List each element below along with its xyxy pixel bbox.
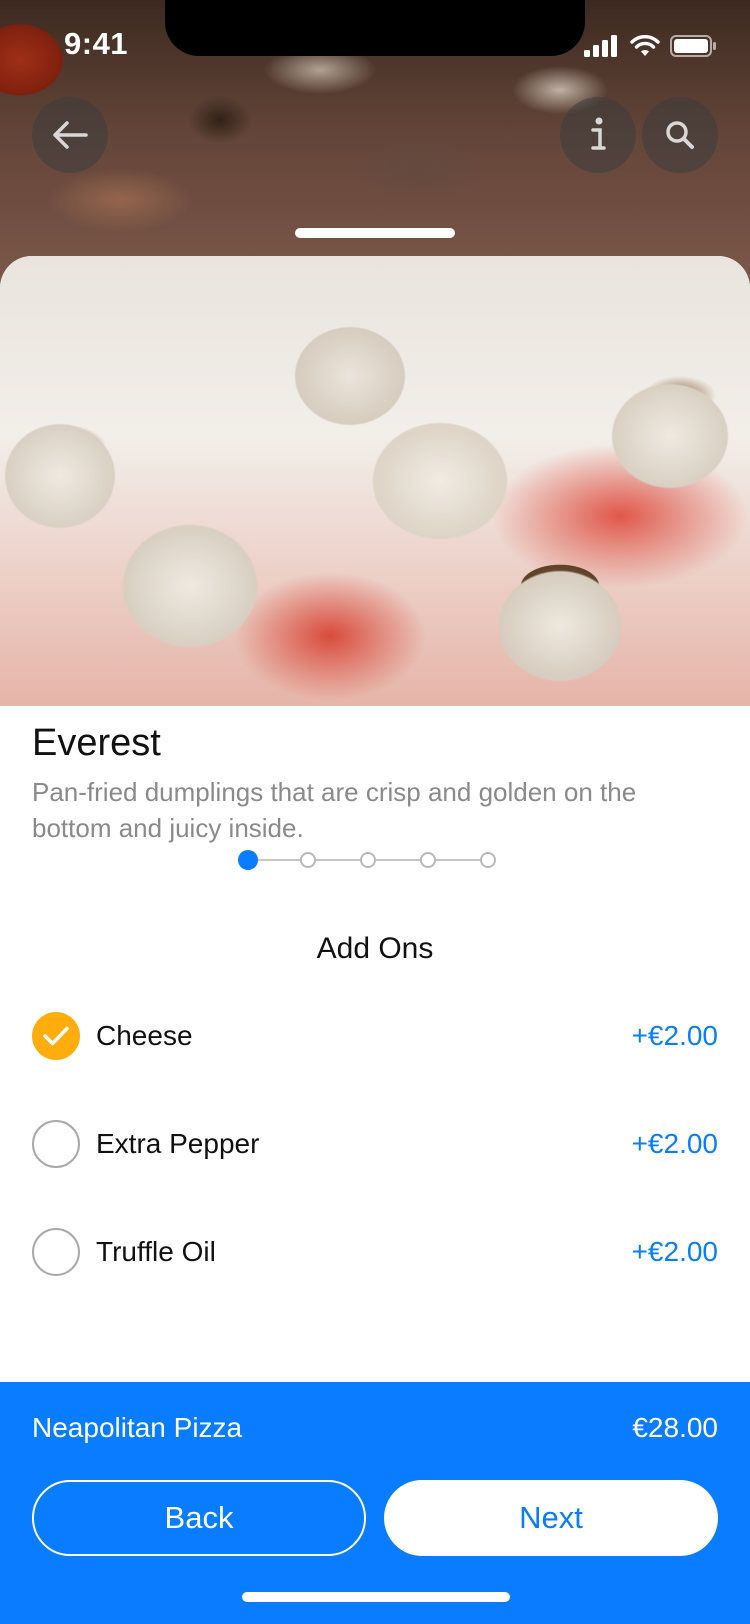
- step-dot-3: [360, 852, 376, 868]
- add-ons-title: Add Ons: [316, 932, 434, 965]
- dish-title: Everest: [32, 722, 161, 764]
- addon-checkbox-checked[interactable]: [32, 1012, 80, 1060]
- addon-row-cheese[interactable]: Cheese +€2.00: [0, 1006, 750, 1066]
- wifi-icon: [630, 35, 660, 56]
- addon-checkbox[interactable]: [32, 1228, 80, 1276]
- sheet-grabber[interactable]: [295, 228, 455, 238]
- addon-row-extra-pepper[interactable]: Extra Pepper +€2.00: [0, 1114, 750, 1174]
- addon-price: +€2.00: [631, 1020, 718, 1051]
- search-icon: [666, 121, 694, 149]
- step-dot-1-active: [238, 850, 258, 870]
- footer-item-name: Neapolitan Pizza: [32, 1412, 243, 1443]
- checkmark-icon: [43, 1026, 69, 1046]
- addon-price: +€2.00: [631, 1236, 718, 1267]
- dish-photo: [0, 256, 750, 706]
- step-connector: [256, 859, 300, 861]
- cellular-signal-icon: [584, 35, 617, 57]
- home-indicator: [242, 1592, 510, 1602]
- search-button[interactable]: [642, 97, 718, 173]
- addon-price: +€2.00: [631, 1128, 718, 1159]
- notch: [165, 0, 585, 56]
- order-footer: Neapolitan Pizza €28.00 Back Next: [0, 1382, 750, 1624]
- dish-description: Pan-fried dumplings that are crisp and g…: [32, 777, 637, 843]
- addon-name: Extra Pepper: [96, 1128, 260, 1159]
- back-button[interactable]: [32, 97, 108, 173]
- status-time: 9:41: [64, 26, 129, 61]
- addon-name: Cheese: [96, 1020, 193, 1051]
- step-indicator: [238, 848, 512, 872]
- step-connector: [376, 859, 420, 861]
- addon-name: Truffle Oil: [96, 1236, 216, 1267]
- addon-row-truffle-oil[interactable]: Truffle Oil +€2.00: [0, 1222, 750, 1282]
- step-dot-2: [300, 852, 316, 868]
- status-bar: 9:41: [0, 0, 750, 90]
- back-step-button[interactable]: Back: [32, 1480, 366, 1556]
- addon-checkbox[interactable]: [32, 1120, 80, 1168]
- battery-icon: [670, 35, 716, 57]
- step-connector: [436, 859, 480, 861]
- step-dot-5: [480, 852, 496, 868]
- step-dot-4: [420, 852, 436, 868]
- info-icon: [591, 117, 606, 150]
- info-button[interactable]: [560, 97, 636, 173]
- step-connector: [316, 859, 360, 861]
- status-icons: [584, 34, 716, 58]
- arrow-left-icon: [53, 121, 88, 149]
- footer-total-price: €28.00: [632, 1412, 718, 1443]
- next-step-button[interactable]: Next: [384, 1480, 718, 1556]
